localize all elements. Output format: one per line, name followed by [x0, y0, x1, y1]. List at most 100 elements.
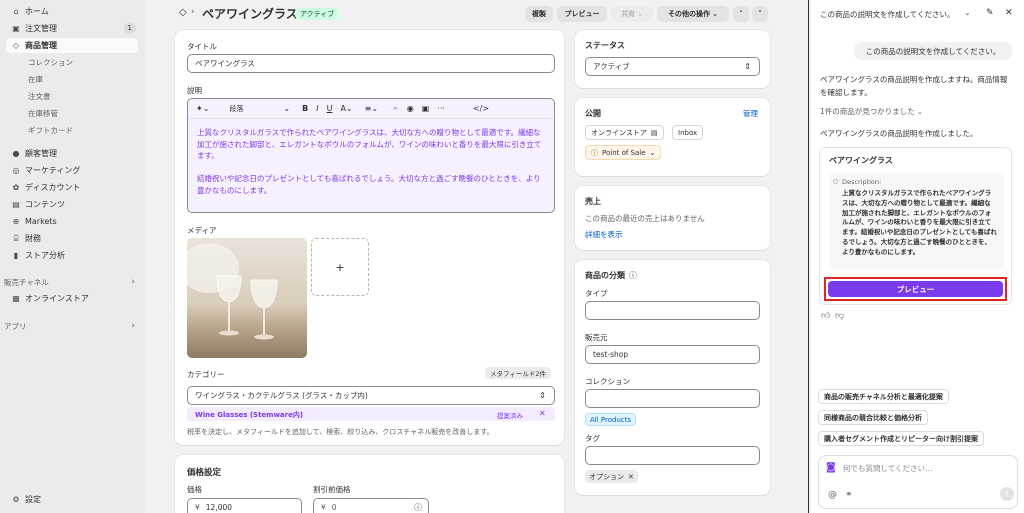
- metafield-badge[interactable]: メタフィールド2件: [485, 367, 552, 379]
- sidebar-item-purchase-orders[interactable]: 注文書: [6, 89, 138, 104]
- tag-chip[interactable]: オプション ✕: [585, 470, 638, 483]
- sidebar-item-gift-cards[interactable]: ギフトカード: [6, 123, 138, 138]
- collection-chip[interactable]: All Products: [585, 413, 637, 426]
- sidebar-item-label: ディスカウント: [25, 183, 81, 192]
- align-icon[interactable]: ≡⌄: [365, 104, 378, 113]
- price-label: 価格: [187, 485, 202, 494]
- compare-price-input[interactable]: ¥0 ⓘ: [313, 498, 429, 513]
- found-text: 1件の商品が見つかりました: [820, 107, 915, 116]
- sidebar-item-settings[interactable]: ⚙ 設定: [6, 492, 138, 507]
- suggestion-chip-3[interactable]: 購入者セグメント作成とリピーター向け割引提案: [818, 431, 984, 446]
- suggestion-chip-1[interactable]: 商品の販売チャネル分析と最適化提案: [818, 389, 949, 404]
- attach-icon[interactable]: ⚭: [845, 490, 853, 500]
- send-icon[interactable]: ↑: [1000, 487, 1014, 501]
- duplicate-button[interactable]: 複製: [525, 6, 553, 22]
- sidebar-item-orders[interactable]: ▣ 注文管理 1: [6, 21, 138, 36]
- new-chat-icon[interactable]: ✎: [986, 8, 994, 18]
- channel-point-of-sale: ⓘ Point of Sale ⌄: [585, 145, 662, 160]
- preview-description-button[interactable]: プレビュー: [828, 281, 1003, 297]
- sidebar-item-content[interactable]: ▤ コンテンツ: [6, 197, 138, 212]
- underline-icon[interactable]: U: [327, 104, 333, 113]
- sidebar-item-discounts[interactable]: ✿ ディスカウント: [6, 180, 138, 195]
- status-card: ステータス アクティブ ⇕: [575, 30, 770, 88]
- paragraph-style-select[interactable]: 段落: [229, 104, 243, 114]
- pricing-card: 価格設定 価格 ¥12,000 割引前価格 ¥0 ⓘ: [175, 455, 564, 513]
- suggestion-name[interactable]: Wine Glasses (Stemware内): [195, 410, 303, 420]
- manage-link[interactable]: 管理: [743, 108, 758, 119]
- bank-icon: ⌸: [13, 233, 19, 243]
- tag-chip-label: オプション: [589, 472, 624, 481]
- add-media-button[interactable]: +: [311, 238, 369, 296]
- sidebar-item-marketing[interactable]: ◎ マーケティング: [6, 163, 138, 178]
- media-icon[interactable]: ◉: [407, 104, 414, 113]
- title-input[interactable]: ペアワイングラス: [187, 54, 555, 73]
- sidebar-item-analytics[interactable]: ▮ ストア分析: [6, 248, 138, 263]
- compare-price-value: 0: [331, 503, 337, 512]
- assistant-header-title[interactable]: この商品の説明文を作成してください。: [820, 9, 955, 20]
- description-paragraph-1[interactable]: 上質なクリスタルガラスで作られたペアワイングラスは、大切な方への贈り物として最適…: [197, 127, 547, 162]
- sidebar-item-markets[interactable]: ⊕ Markets: [6, 214, 138, 229]
- globe-icon: ⊕: [12, 217, 20, 226]
- chevron-down-icon: ⌄: [649, 148, 656, 157]
- video-icon[interactable]: ▣: [422, 104, 430, 113]
- product-details-card: タイトル ペアワイングラス 説明 ✦⌄ 段落 ⌄ B I U A⌄ ≡⌄ ⚭ ◉…: [175, 30, 564, 445]
- generated-description-card: ペアワイングラス ○ Description: 上質なクリスタルガラスで作られた…: [819, 147, 1012, 305]
- type-input[interactable]: [585, 301, 760, 320]
- info-icon[interactable]: ⓘ: [629, 271, 637, 280]
- chart-icon: ▮: [13, 251, 19, 260]
- next-product-button[interactable]: ˅: [752, 6, 768, 22]
- more-actions-button[interactable]: その他の操作 ⌄: [657, 6, 729, 22]
- type-label: タイプ: [585, 289, 608, 298]
- sidebar-item-customers[interactable]: ● 顧客管理: [6, 146, 138, 161]
- sidebar-item-label: コンテンツ: [25, 200, 65, 209]
- sales-card: 売上 この商品の最近の売上はありません 詳細を表示: [575, 186, 770, 250]
- thumbs-down-icon[interactable]: 👎︎: [835, 311, 844, 321]
- close-icon[interactable]: ✕: [628, 473, 634, 481]
- organization-card: 商品の分類 ⓘ タイプ 販売元 test-shop コレクション All Prod…: [575, 260, 770, 495]
- chevron-right-icon[interactable]: ›: [131, 321, 135, 331]
- vendor-input[interactable]: test-shop: [585, 345, 760, 364]
- mention-icon[interactable]: @: [828, 490, 837, 500]
- tags-input[interactable]: [585, 446, 760, 465]
- suggestion-chip-2[interactable]: 同様商品の競合比較と価格分析: [818, 410, 928, 425]
- discount-icon: ✿: [12, 183, 20, 192]
- sidebar-item-finance[interactable]: ⌸ 財務: [6, 231, 138, 246]
- previous-product-button[interactable]: ˄: [733, 6, 749, 22]
- bold-icon[interactable]: B: [302, 104, 308, 113]
- status-select[interactable]: アクティブ ⇕: [585, 57, 760, 76]
- sidebar-item-transfers[interactable]: 在庫移管: [6, 106, 138, 121]
- sidebar-item-collections[interactable]: コレクション: [6, 55, 138, 70]
- sidebar-item-products[interactable]: ◇ 商品管理: [6, 38, 138, 53]
- italic-icon[interactable]: I: [316, 104, 318, 113]
- sidebar-item-label: オンラインストア: [25, 294, 89, 303]
- thumbs-up-icon[interactable]: 👍︎: [821, 311, 830, 321]
- sidebar-item-inventory[interactable]: 在庫: [6, 72, 138, 87]
- chevron-down-icon[interactable]: ⌄: [964, 8, 971, 17]
- close-icon[interactable]: ✕: [1005, 8, 1013, 18]
- help-icon[interactable]: ⓘ: [414, 502, 422, 513]
- select-arrows-icon: ⇕: [539, 391, 546, 400]
- product-image[interactable]: [187, 238, 307, 358]
- link-icon[interactable]: ⚭: [392, 104, 399, 113]
- preview-button[interactable]: プレビュー: [557, 6, 607, 22]
- chevron-right-icon[interactable]: ›: [131, 277, 135, 287]
- description-paragraph-2[interactable]: 結婚祝いや記念日のプレゼントとしても喜ばれるでしょう。大切な方と過ごす晩餐のひと…: [197, 173, 547, 196]
- sidebar-item-home[interactable]: ⌂ ホーム: [6, 4, 138, 19]
- code-view-icon[interactable]: </>: [473, 104, 489, 113]
- sidebar-item-label: ギフトカード: [28, 126, 73, 135]
- chat-input[interactable]: 何でも質問してください...: [843, 463, 1008, 474]
- collection-input[interactable]: [585, 389, 760, 408]
- category-select[interactable]: ワイングラス・カクテルグラス (グラス・カップ内) ⇕: [187, 386, 555, 405]
- channel-label: オンラインストア: [591, 128, 647, 137]
- ai-sparkle-icon[interactable]: ✦⌄: [196, 104, 209, 113]
- price-input[interactable]: ¥12,000: [187, 498, 302, 513]
- sidebar-item-label: 財務: [25, 234, 41, 243]
- products-found-toggle[interactable]: 1件の商品が見つかりました ⌄: [820, 106, 923, 117]
- sales-details-link[interactable]: 詳細を表示: [585, 229, 623, 240]
- close-icon[interactable]: ✕: [539, 409, 546, 418]
- status-badge: アクティブ: [295, 8, 340, 20]
- text-color-icon[interactable]: A⌄: [340, 104, 352, 113]
- more-icon[interactable]: ···: [437, 104, 445, 113]
- sidebar-item-online-store[interactable]: ▦ オンラインストア: [6, 291, 138, 306]
- card-product-title: ペアワイングラス: [829, 156, 893, 165]
